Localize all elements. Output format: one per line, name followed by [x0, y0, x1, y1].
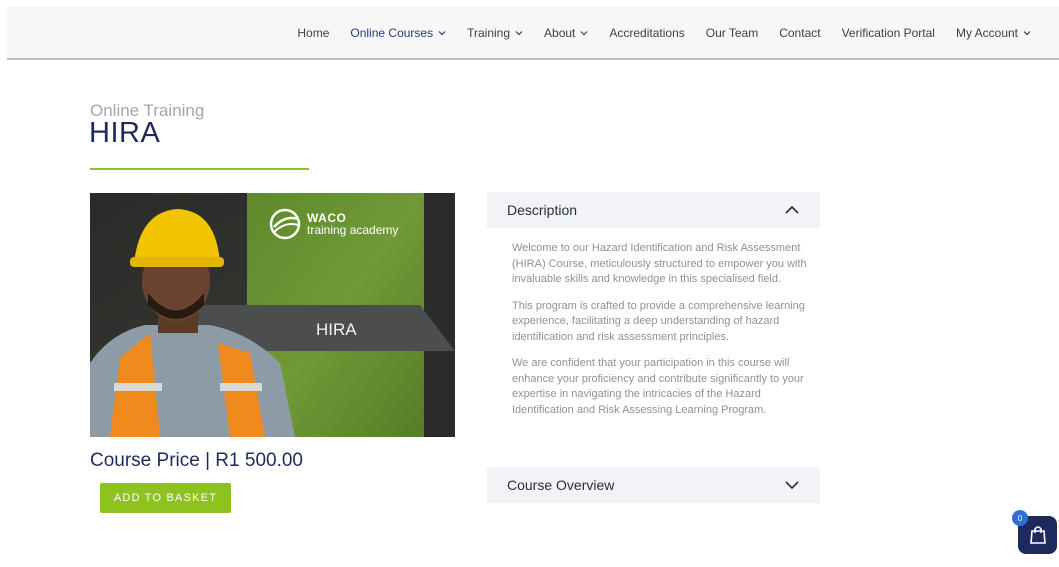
- nav-item-label: My Account: [955, 25, 1018, 40]
- description-paragraph: This program is crafted to provide a com…: [512, 299, 805, 343]
- chevron-down-icon: [515, 30, 523, 35]
- nav-item-label: About: [544, 25, 576, 40]
- main-nav: Home Online Courses Training About Accre…: [297, 7, 1031, 58]
- chevron-down-icon: [580, 30, 588, 35]
- nav-item-label: Verification Portal: [841, 25, 935, 40]
- waco-logo-icon: [269, 208, 301, 240]
- nav-item-label: Our Team: [705, 25, 759, 40]
- accordion-description-label: Description: [507, 202, 578, 218]
- nav-item-contact[interactable]: Contact: [779, 26, 820, 40]
- accordion-description-header[interactable]: Description: [487, 192, 820, 228]
- nav-item-about[interactable]: About: [544, 26, 588, 40]
- chevron-up-icon: [785, 205, 799, 214]
- chevron-down-icon: [438, 30, 446, 35]
- nav-item-accreditations[interactable]: Accreditations: [609, 26, 684, 40]
- add-to-basket-button[interactable]: ADD TO BASKET: [100, 483, 231, 513]
- image-course-label: HIRA: [316, 320, 357, 339]
- cart-count-badge: 0: [1012, 510, 1028, 526]
- top-navigation-bar: Home Online Courses Training About Accre…: [7, 7, 1059, 60]
- nav-item-label: Contact: [779, 25, 821, 40]
- image-brand: WACO training academy: [307, 212, 398, 236]
- chevron-down-icon: [1023, 30, 1031, 35]
- title-divider: [90, 168, 309, 170]
- nav-item-home[interactable]: Home: [297, 26, 329, 40]
- nav-item-our-team[interactable]: Our Team: [706, 26, 758, 40]
- nav-item-label: Training: [467, 25, 511, 40]
- nav-item-label: Accreditations: [609, 25, 685, 40]
- nav-item-my-account[interactable]: My Account: [956, 26, 1031, 40]
- chevron-down-icon: [785, 481, 799, 490]
- nav-item-verification-portal[interactable]: Verification Portal: [842, 26, 935, 40]
- nav-item-label: Home: [297, 25, 330, 40]
- accordion-overview-label: Course Overview: [507, 477, 615, 493]
- course-image: WACO training academy HIRA: [90, 193, 455, 437]
- accordion-description-body: Welcome to our Hazard Identification and…: [512, 241, 812, 429]
- description-paragraph: Welcome to our Hazard Identification and…: [512, 242, 807, 285]
- nav-item-online-courses[interactable]: Online Courses: [350, 26, 446, 40]
- shopping-bag-icon: [1029, 526, 1046, 544]
- image-brand-line2: training academy: [307, 223, 399, 237]
- nav-item-training[interactable]: Training: [467, 26, 523, 40]
- page-title: HIRA: [89, 117, 161, 149]
- nav-item-label: Online Courses: [350, 25, 434, 40]
- description-paragraph: We are confident that your participation…: [512, 357, 804, 416]
- accordion-overview-header[interactable]: Course Overview: [487, 467, 820, 503]
- course-price: Course Price | R1 500.00: [90, 450, 303, 471]
